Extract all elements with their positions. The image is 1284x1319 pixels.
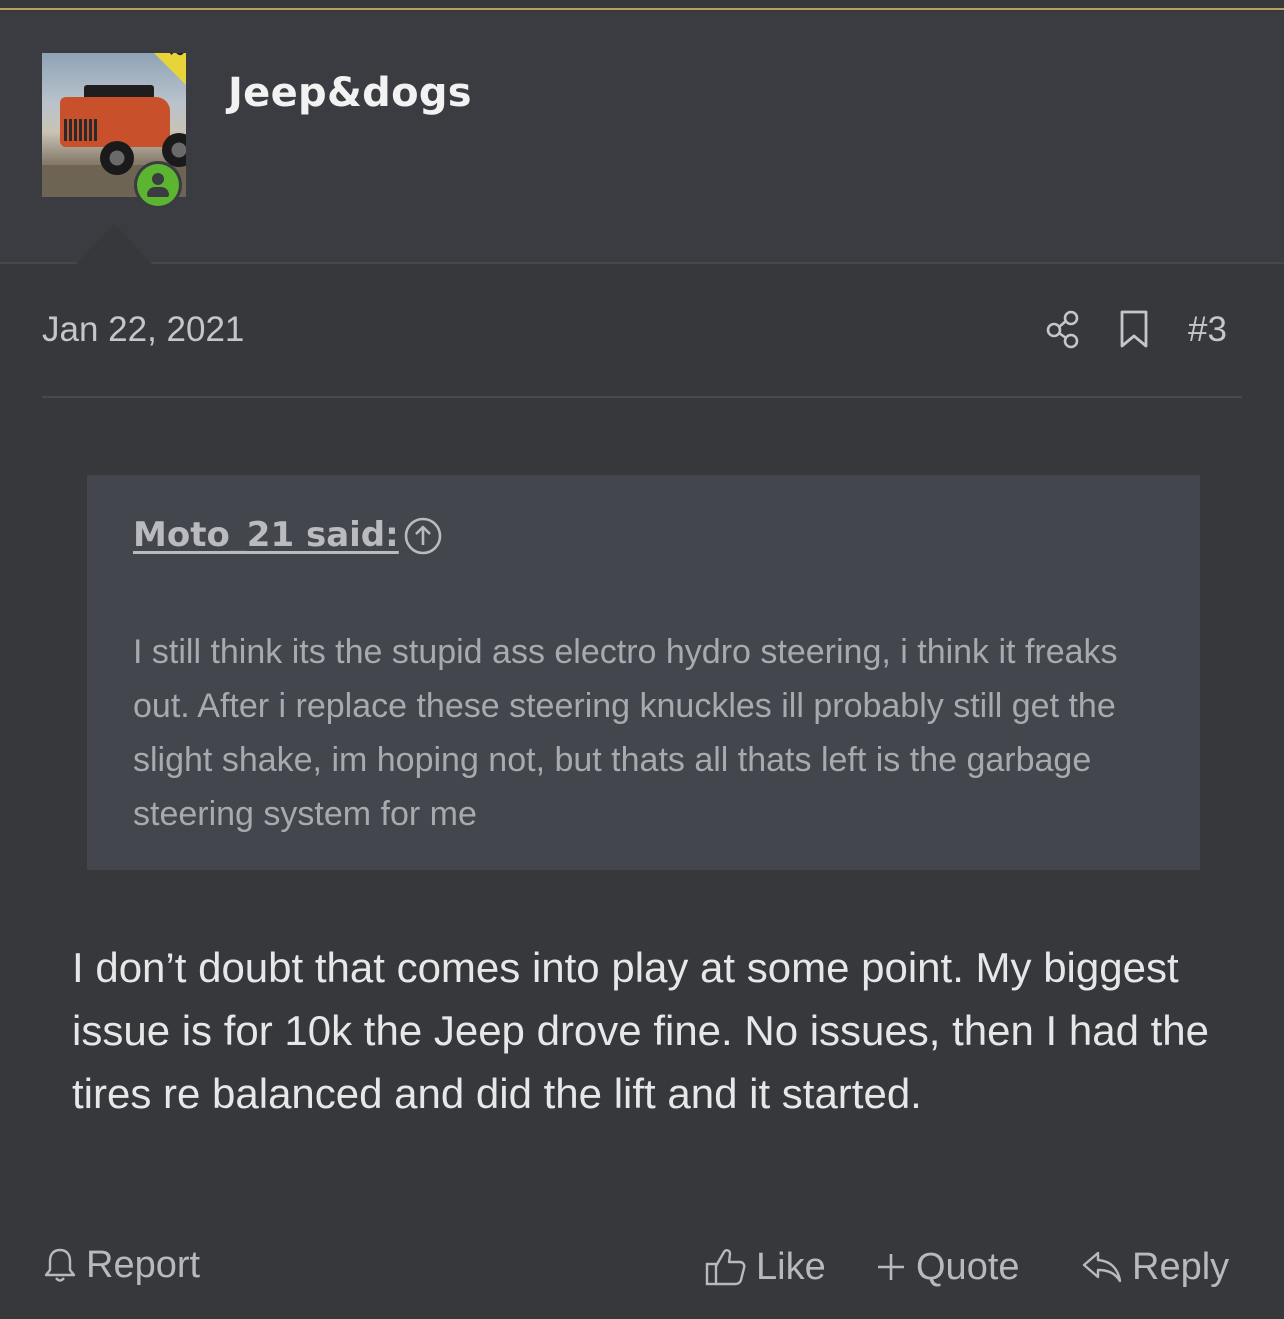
bookmark-icon[interactable]	[1118, 309, 1150, 354]
divider	[42, 396, 1242, 398]
post-number-link[interactable]: #3	[1188, 310, 1227, 350]
report-button[interactable]: Report	[42, 1240, 200, 1290]
report-label: Report	[86, 1243, 201, 1286]
username-link[interactable]: Jeep&dogs	[228, 70, 472, 116]
thumbs-up-icon	[705, 1249, 746, 1286]
like-label: Like	[756, 1245, 826, 1288]
share-icon[interactable]	[1044, 309, 1082, 354]
like-button[interactable]: Like	[704, 1242, 826, 1292]
quote-button[interactable]: Quote	[874, 1242, 1020, 1292]
reply-label: Reply	[1132, 1245, 1230, 1288]
quote-author-link[interactable]: Moto_21 said:	[133, 515, 399, 555]
header-pointer	[76, 224, 152, 264]
quote-text: I still think its the stupid ass electro…	[133, 633, 1118, 833]
quote-block: Moto_21 said: I still think its the stup…	[87, 475, 1200, 870]
quote-label: Quote	[916, 1245, 1020, 1288]
bell-icon	[44, 1248, 76, 1282]
post-body: I don’t doubt that comes into play at so…	[72, 944, 1209, 1117]
reply-arrow-icon	[1082, 1251, 1122, 1283]
jump-to-quote-icon[interactable]	[403, 516, 443, 561]
reply-button[interactable]: Reply	[1080, 1242, 1229, 1292]
plus-icon	[878, 1254, 904, 1280]
post-date[interactable]: Jan 22, 2021	[42, 310, 244, 350]
user-online-icon	[134, 161, 182, 209]
post-user-header: OP Jeep&dogs	[0, 12, 1284, 264]
top-accent-rule	[0, 0, 1284, 10]
